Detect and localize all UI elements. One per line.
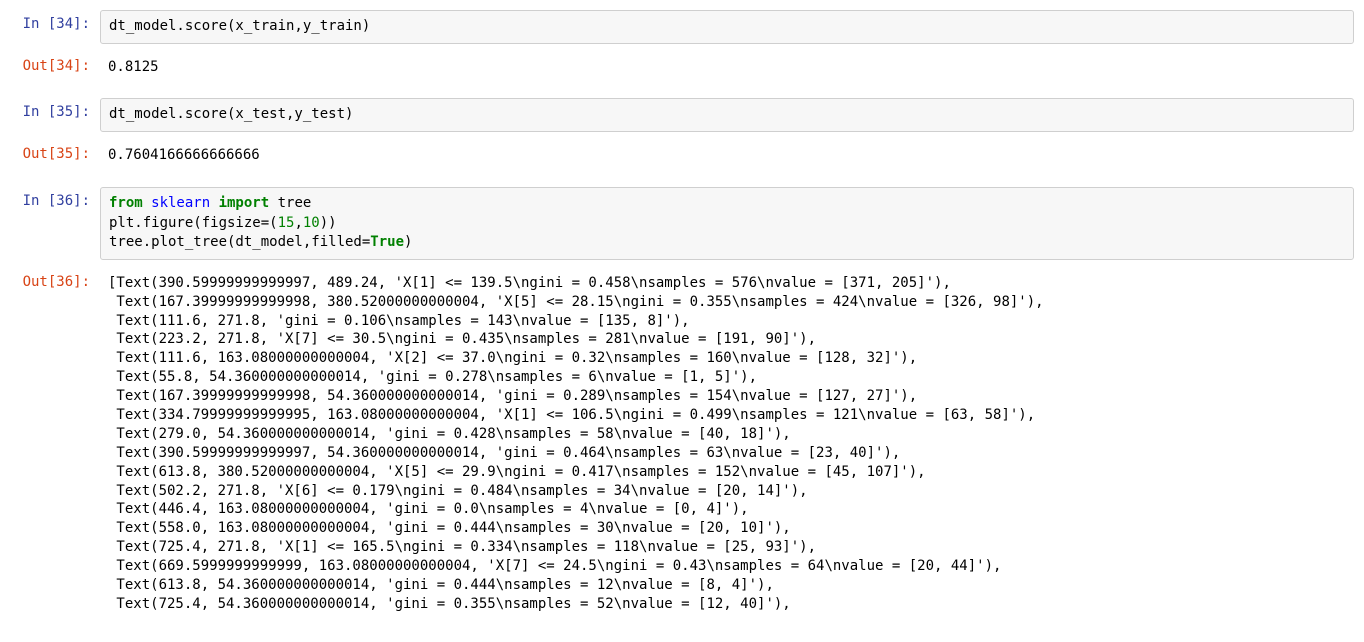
code-content: from sklearn import tree plt.figure(figs… xyxy=(109,194,1345,253)
out-prompt: Out[34]: xyxy=(10,52,100,74)
code-content: dt_model.score(x_test,y_test) xyxy=(109,105,1345,125)
keyword-true: True xyxy=(370,234,404,250)
keyword-import: import xyxy=(219,195,270,211)
comma: , xyxy=(294,215,302,231)
out-prompt: Out[35]: xyxy=(10,140,100,162)
output-text: 0.8125 xyxy=(108,58,1346,77)
code-line-2-pre: plt.figure(figsize=( xyxy=(109,215,278,231)
code-content: dt_model.score(x_train,y_train) xyxy=(109,17,1345,37)
in-prompt: In [34]: xyxy=(10,10,100,32)
output-area: 0.8125 xyxy=(100,52,1354,83)
keyword-from: from xyxy=(109,195,143,211)
output-area: 0.7604166666666666 xyxy=(100,140,1354,171)
code-input-area[interactable]: dt_model.score(x_train,y_train) xyxy=(100,10,1354,44)
input-cell-34[interactable]: In [34]: dt_model.score(x_train,y_train) xyxy=(0,8,1364,46)
code-line-2-post: )) xyxy=(320,215,337,231)
output-text-list: [Text(390.59999999999997, 489.24, 'X[1] … xyxy=(108,274,1346,614)
number-15: 15 xyxy=(278,215,295,231)
out-prompt: Out[36]: xyxy=(10,268,100,290)
in-prompt: In [36]: xyxy=(10,187,100,209)
cell-35: In [35]: dt_model.score(x_test,y_test) O… xyxy=(0,96,1364,172)
output-cell-36: Out[36]: [Text(390.59999999999997, 489.2… xyxy=(0,266,1364,622)
input-cell-36[interactable]: In [36]: from sklearn import tree plt.fi… xyxy=(0,185,1364,262)
cell-36: In [36]: from sklearn import tree plt.fi… xyxy=(0,185,1364,622)
output-cell-34: Out[34]: 0.8125 xyxy=(0,50,1364,85)
in-prompt: In [35]: xyxy=(10,98,100,120)
code-line-3-pre: tree.plot_tree(dt_model,filled= xyxy=(109,234,370,250)
output-text: 0.7604166666666666 xyxy=(108,146,1346,165)
code-input-area[interactable]: dt_model.score(x_test,y_test) xyxy=(100,98,1354,132)
output-cell-35: Out[35]: 0.7604166666666666 xyxy=(0,138,1364,173)
output-area: [Text(390.59999999999997, 489.24, 'X[1] … xyxy=(100,268,1354,620)
number-10: 10 xyxy=(303,215,320,231)
module-sklearn: sklearn xyxy=(143,195,219,211)
input-cell-35[interactable]: In [35]: dt_model.score(x_test,y_test) xyxy=(0,96,1364,134)
code-line-3-post: ) xyxy=(404,234,412,250)
code-input-area[interactable]: from sklearn import tree plt.figure(figs… xyxy=(100,187,1354,260)
cell-34: In [34]: dt_model.score(x_train,y_train)… xyxy=(0,8,1364,84)
module-tree: tree xyxy=(269,195,311,211)
